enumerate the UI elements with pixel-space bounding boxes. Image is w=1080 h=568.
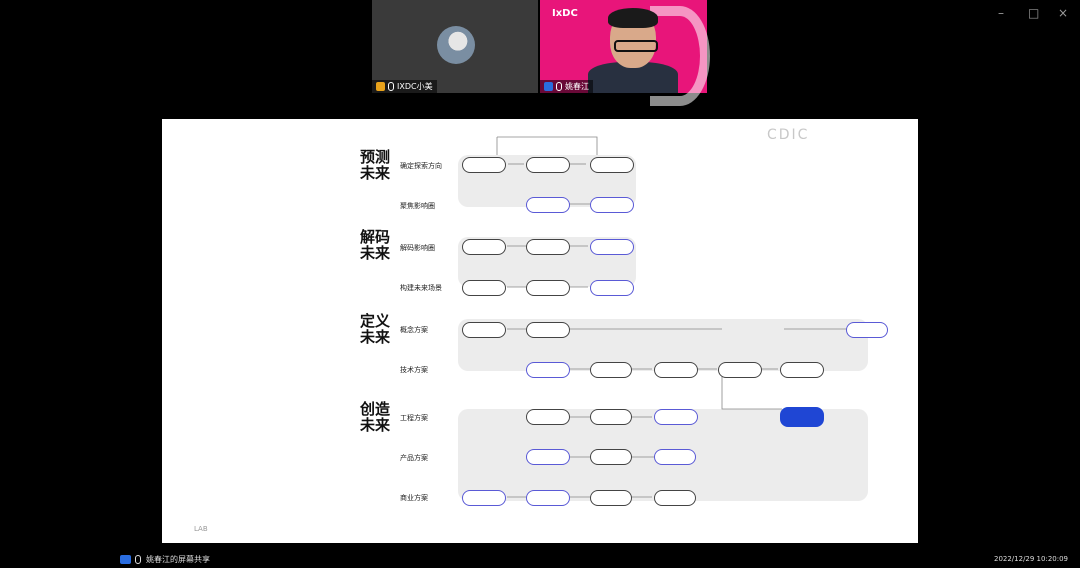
participant-name-tag: 姚春江 [540, 80, 593, 93]
flow-node [590, 157, 634, 173]
flow-node [654, 409, 698, 425]
flow-node [526, 362, 570, 378]
flow-node [462, 157, 506, 173]
flow-node [590, 449, 632, 465]
flow-node [462, 490, 506, 506]
flow-node [526, 490, 570, 506]
flow-node [654, 490, 696, 506]
flow-node [590, 490, 632, 506]
flow-node [526, 322, 570, 338]
flow-node [526, 197, 570, 213]
flow-node [526, 280, 570, 296]
mic-icon [556, 82, 562, 91]
avatar [437, 26, 475, 64]
mic-icon [388, 82, 394, 91]
maximize-button[interactable]: □ [1028, 6, 1039, 20]
camera-feed-glasses [614, 40, 658, 52]
flow-node [654, 362, 698, 378]
flow-node [526, 449, 570, 465]
shared-screen: CDIC 预测 未来 解码 未来 定义 未来 创造 未来 确定探索方向 聚焦影响… [162, 119, 918, 543]
participant-name: IXDC小美 [397, 82, 433, 91]
camera-feed-hair [608, 8, 658, 28]
ixdc-logo: IxDC [552, 8, 578, 19]
flow-node [590, 409, 632, 425]
timestamp: 2022/12/29 10:20:09 [993, 555, 1068, 563]
participant-name: 姚春江 [565, 82, 589, 91]
flow-node [654, 449, 696, 465]
slide-footer: LAB [194, 525, 208, 533]
user-icon [376, 82, 385, 91]
screen-share-label: 姚春江的屏幕共享 [146, 555, 210, 564]
user-icon [120, 555, 131, 564]
flow-node [526, 409, 570, 425]
flow-node [846, 322, 888, 338]
flow-node [462, 280, 506, 296]
flow-node [526, 157, 570, 173]
minimize-button[interactable]: – [998, 6, 1004, 20]
mic-icon [135, 555, 141, 564]
close-button[interactable]: × [1058, 6, 1068, 20]
flow-node [780, 362, 824, 378]
flow-node [590, 197, 634, 213]
flow-node [590, 239, 634, 255]
flow-node [590, 362, 632, 378]
flow-node-highlight [780, 407, 824, 427]
flow-node [462, 239, 506, 255]
user-icon [544, 82, 553, 91]
flow-node [590, 280, 634, 296]
flow-node [718, 362, 762, 378]
flow-node [526, 239, 570, 255]
participant-name-tag: IXDC小美 [372, 80, 437, 93]
flow-node [462, 322, 506, 338]
